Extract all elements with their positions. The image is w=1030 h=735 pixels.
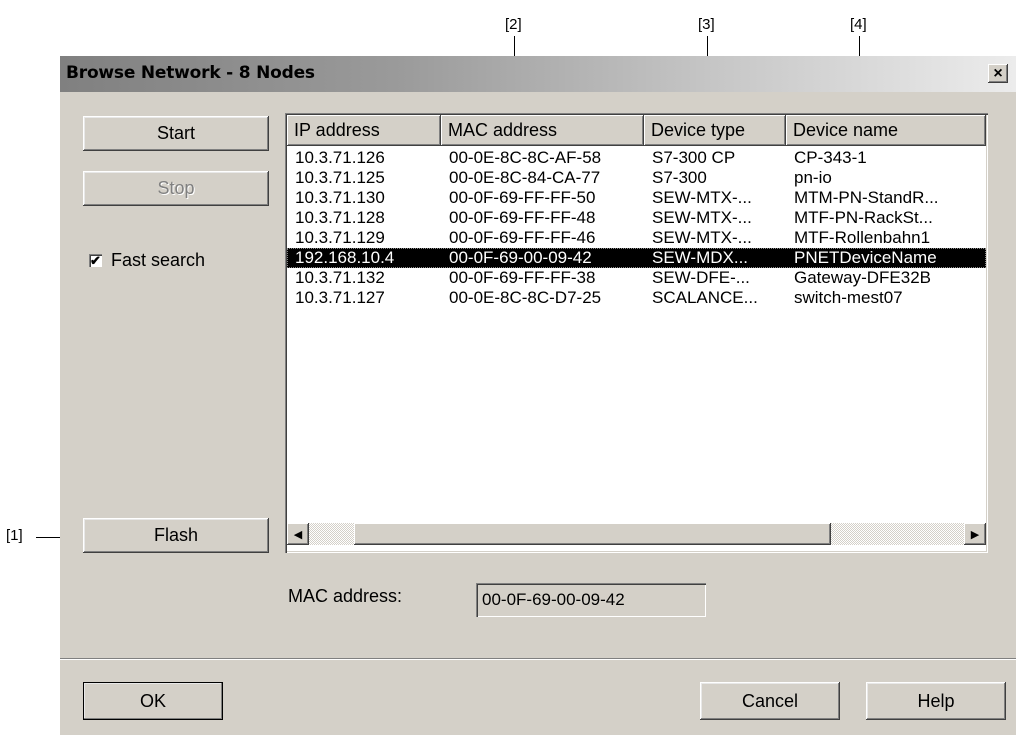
ip-address-cell: 10.3.71.125 — [295, 168, 385, 187]
table-row[interactable]: 192.168.10.4 00-0F-69-00-09-42 SEW-MDX... P… — [287, 248, 986, 268]
mac-address-cell: 00-0F-69-FF-FF-48 — [449, 208, 596, 227]
callout-1: [1] — [6, 527, 23, 544]
device-type-cell: SEW-MTX-... — [652, 188, 752, 207]
stop-button[interactable]: Stop — [83, 171, 269, 206]
column-mac-address[interactable]: MAC address — [441, 115, 644, 146]
mac-address-cell: 00-0E-8C-8C-AF-58 — [449, 148, 602, 167]
scroll-right-button[interactable]: ▶ — [964, 523, 986, 545]
help-button[interactable]: Help — [866, 682, 1006, 720]
device-name-cell: MTM-PN-StandR... — [794, 188, 939, 207]
device-type-cell: S7-300 CP — [652, 148, 736, 167]
close-icon: × — [993, 64, 1003, 82]
device-name-cell: Gateway-DFE32B — [794, 268, 931, 287]
start-button[interactable]: Start — [83, 116, 269, 151]
callout-4: [4] — [850, 16, 867, 33]
browse-network-dialog: Browse Network - 8 Nodes × Start Stop ✔ … — [60, 56, 1016, 735]
list-header: IP address MAC address Device type Devic… — [287, 115, 986, 146]
table-row[interactable]: 10.3.71.128 00-0F-69-FF-FF-48 SEW-MTX-... M… — [287, 208, 986, 228]
mac-address-cell: 00-0E-8C-8C-D7-25 — [449, 288, 602, 307]
device-name-cell: MTF-Rollenbahn1 — [794, 228, 931, 247]
ip-address-cell: 10.3.71.127 — [295, 288, 385, 307]
fast-search-checkbox[interactable]: ✔ — [89, 254, 102, 267]
nodes-list[interactable]: IP address MAC address Device type Devic… — [285, 113, 988, 553]
scroll-thumb[interactable] — [354, 523, 831, 545]
table-row[interactable]: 10.3.71.125 00-0E-8C-84-CA-77 S7-300 pn-io — [287, 168, 986, 188]
fast-search-label: Fast search — [111, 250, 206, 270]
ip-address-cell: 192.168.10.4 — [295, 248, 395, 267]
close-button[interactable]: × — [988, 64, 1008, 83]
device-name-cell: pn-io — [794, 168, 832, 187]
mac-address-field[interactable]: 00-0F-69-00-09-42 — [476, 583, 706, 617]
column-ip-address[interactable]: IP address — [287, 115, 441, 146]
scroll-left-button[interactable]: ◀ — [287, 523, 309, 545]
mac-address-cell: 00-0F-69-00-09-42 — [449, 248, 592, 267]
device-name-cell: MTF-PN-RackSt... — [794, 208, 933, 227]
column-device-name[interactable]: Device name — [786, 115, 986, 146]
device-type-cell: SEW-DFE-... — [652, 268, 750, 287]
column-device-type[interactable]: Device type — [644, 115, 786, 146]
mac-address-cell: 00-0E-8C-84-CA-77 — [449, 168, 601, 187]
flash-button[interactable]: Flash — [83, 518, 269, 553]
table-row[interactable]: 10.3.71.127 00-0E-8C-8C-D7-25 SCALANCE... s… — [287, 288, 986, 308]
separator — [60, 658, 1016, 660]
ip-address-cell: 10.3.71.132 — [295, 268, 385, 287]
device-name-cell: PNETDeviceName — [794, 248, 937, 267]
mac-address-label: MAC address: — [288, 586, 403, 606]
ok-button[interactable]: OK — [83, 682, 223, 720]
title-bar[interactable]: Browse Network - 8 Nodes × — [60, 56, 1016, 92]
table-row[interactable]: 10.3.71.126 00-0E-8C-8C-AF-58 S7-300 CP CP-… — [287, 148, 986, 168]
fast-search-option[interactable]: ✔ Fast search — [89, 250, 205, 271]
horizontal-scrollbar[interactable]: ◀ ▶ — [287, 523, 986, 545]
ip-address-cell: 10.3.71.129 — [295, 228, 385, 247]
mac-address-cell: 00-0F-69-FF-FF-50 — [449, 188, 596, 207]
device-name-cell: CP-343-1 — [794, 148, 867, 167]
table-row[interactable]: 10.3.71.132 00-0F-69-FF-FF-38 SEW-DFE-... G… — [287, 268, 986, 288]
mac-address-cell: 00-0F-69-FF-FF-46 — [449, 228, 596, 247]
table-row[interactable]: 10.3.71.129 00-0F-69-FF-FF-46 SEW-MTX-... M… — [287, 228, 986, 248]
callout-2: [2] — [505, 16, 522, 33]
checkmark-icon: ✔ — [90, 253, 101, 268]
device-type-cell: SEW-MTX-... — [652, 208, 752, 227]
dialog-title: Browse Network - 8 Nodes — [66, 63, 315, 83]
mac-address-cell: 00-0F-69-FF-FF-38 — [449, 268, 596, 287]
ip-address-cell: 10.3.71.130 — [295, 188, 385, 207]
device-type-cell: S7-300 — [652, 168, 707, 187]
ip-address-cell: 10.3.71.128 — [295, 208, 385, 227]
callout-3: [3] — [698, 16, 715, 33]
arrow-right-icon: ▶ — [970, 528, 980, 541]
cancel-button[interactable]: Cancel — [700, 682, 840, 720]
device-type-cell: SEW-MTX-... — [652, 228, 752, 247]
ip-address-cell: 10.3.71.126 — [295, 148, 385, 167]
device-name-cell: switch-mest07 — [794, 288, 903, 307]
device-type-cell: SEW-MDX... — [652, 248, 749, 267]
table-row[interactable]: 10.3.71.130 00-0F-69-FF-FF-50 SEW-MTX-... M… — [287, 188, 986, 208]
arrow-left-icon: ◀ — [293, 528, 303, 541]
device-type-cell: SCALANCE... — [652, 288, 758, 307]
